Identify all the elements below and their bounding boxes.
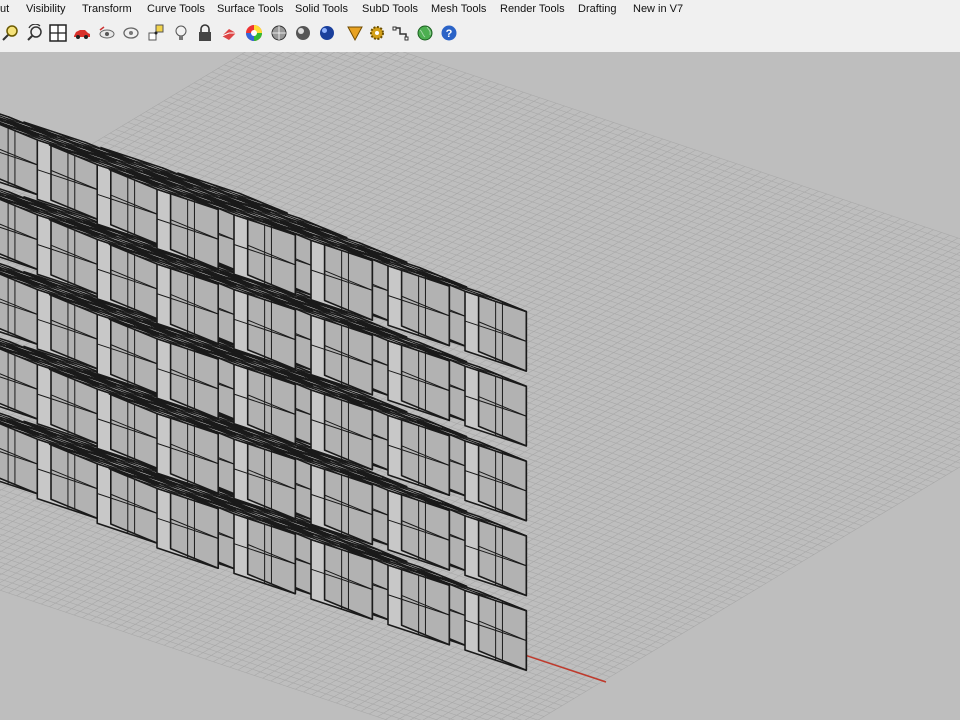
zoom-window-icon[interactable] [0, 22, 22, 44]
menu-item-layout[interactable]: ut [0, 3, 9, 15]
globe-icon[interactable] [414, 22, 436, 44]
car-render-icon[interactable] [71, 22, 93, 44]
blue-sphere-icon[interactable] [316, 22, 338, 44]
cone-arrow-icon[interactable] [344, 22, 366, 44]
menu-item-curve-tools[interactable]: Curve Tools [147, 3, 205, 15]
svg-text:?: ? [446, 28, 453, 40]
curve-steps-icon[interactable] [390, 22, 412, 44]
menu-item-render-tools[interactable]: Render Tools [500, 3, 565, 15]
hide-object-icon[interactable] [96, 22, 118, 44]
perspective-viewport[interactable] [0, 52, 960, 720]
rotate-view-icon[interactable] [24, 22, 46, 44]
menu-item-transform[interactable]: Transform [82, 3, 132, 15]
menu-bar: ut Visibility Transform Curve Tools Surf… [0, 0, 960, 21]
render-sphere-icon[interactable] [268, 22, 290, 44]
lock-icon[interactable] [194, 22, 216, 44]
lightbulb-icon[interactable] [170, 22, 192, 44]
color-wheel-icon[interactable] [243, 22, 265, 44]
cube [0, 118, 40, 196]
snap-point-icon[interactable] [145, 22, 167, 44]
scene-canvas[interactable] [0, 52, 960, 720]
menu-item-new-in-v7[interactable]: New in V7 [633, 3, 683, 15]
menu-item-subd-tools[interactable]: SubD Tools [362, 3, 418, 15]
show-hide-icon[interactable] [120, 22, 142, 44]
menu-item-solid-tools[interactable]: Solid Tools [295, 3, 348, 15]
menu-item-surface-tools[interactable]: Surface Tools [217, 3, 283, 15]
menu-item-visibility[interactable]: Visibility [26, 3, 66, 15]
gear-icon[interactable] [366, 22, 388, 44]
menu-item-drafting[interactable]: Drafting [578, 3, 617, 15]
menu-item-mesh-tools[interactable]: Mesh Tools [431, 3, 486, 15]
material-icon[interactable] [218, 22, 240, 44]
shaded-sphere-icon[interactable] [292, 22, 314, 44]
help-icon[interactable]: ? [438, 22, 460, 44]
toolbar: ? [0, 20, 960, 53]
four-viewports-icon[interactable] [47, 22, 69, 44]
